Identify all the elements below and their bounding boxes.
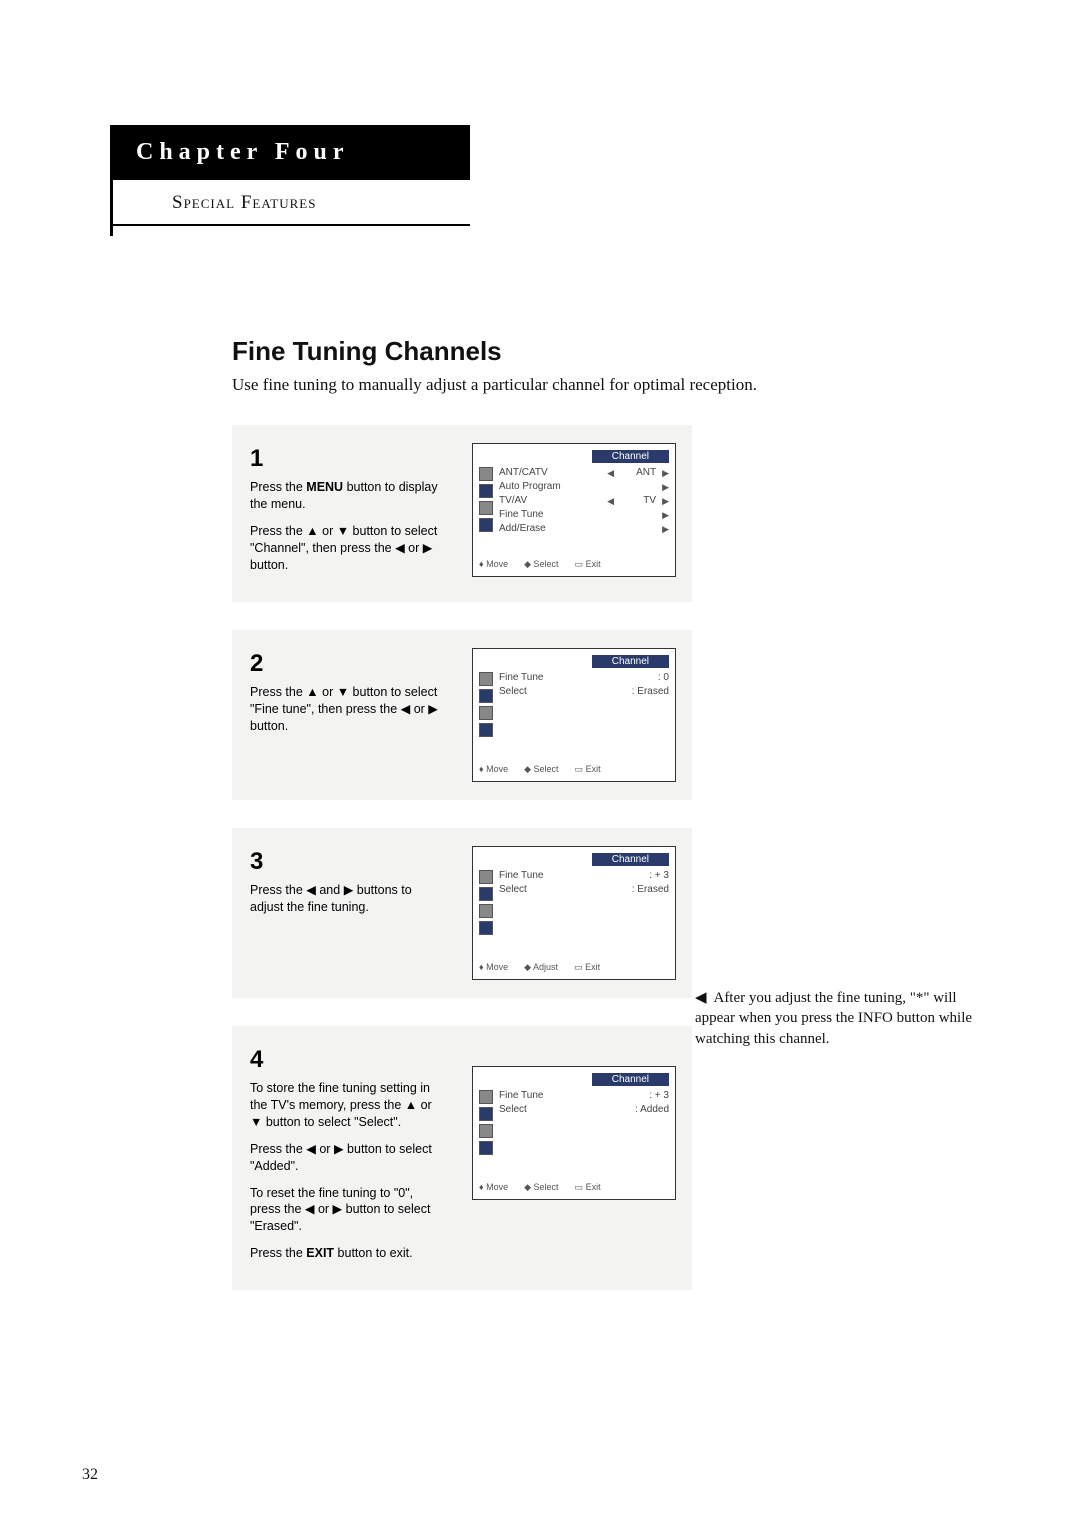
leftright-icon: ◆ (524, 559, 533, 569)
osd-sidebar-icons (479, 672, 493, 758)
setup-icon (479, 723, 493, 737)
section-title: Fine Tuning Channels (232, 336, 980, 367)
step-3-p1: Press the ◀ and ▶ buttons to adjust the … (250, 882, 440, 916)
vertical-rule (110, 125, 113, 236)
setup-icon (479, 921, 493, 935)
step-4-p1: To store the fine tuning setting in the … (250, 1080, 440, 1131)
step-1-p1-bold: MENU (306, 480, 343, 494)
sound-icon (479, 887, 493, 901)
osd-2-footer: ♦ Move ◆ Select ▭ Exit (479, 764, 669, 775)
step-1: 1 Press the MENU button to display the m… (232, 425, 692, 602)
side-note-text: After you adjust the fine tuning, "*" wi… (695, 990, 972, 1047)
osd-screenshot-4: Channel Fine Tune: + 3 Select: Added ♦ (472, 1066, 676, 1200)
osd-1-list: ANT/CATV◀ANT▶ Auto Program▶ TV/AV◀TV▶ Fi… (499, 467, 669, 553)
step-4-p3: To reset the fine tuning to "0", press t… (250, 1185, 440, 1236)
step-3: 3 Press the ◀ and ▶ buttons to adjust th… (232, 828, 692, 998)
step-4-p4-pre: Press the (250, 1246, 306, 1260)
step-2-p1: Press the ▲ or ▼ button to select "Fine … (250, 684, 440, 735)
side-note: ◀ After you adjust the fine tuning, "*" … (695, 988, 985, 1049)
step-4-number: 4 (250, 1044, 440, 1076)
step-2-number: 2 (250, 648, 440, 680)
step-3-text: 3 Press the ◀ and ▶ buttons to adjust th… (250, 846, 440, 926)
chapter-header-block: Chapter Four Special Features (110, 125, 470, 226)
setup-icon (479, 1141, 493, 1155)
osd-1-footer: ♦ Move ◆ Select ▭ Exit (479, 559, 669, 570)
step-4-p4-bold: EXIT (306, 1246, 334, 1260)
step-1-p2: Press the ▲ or ▼ button to select "Chann… (250, 523, 440, 574)
sound-icon (479, 1107, 493, 1121)
page: Chapter Four Special Features Fine Tunin… (0, 0, 1080, 1528)
chapter-subtitle: Special Features (110, 180, 470, 226)
osd-sidebar-icons (479, 870, 493, 956)
picture-icon (479, 672, 493, 686)
osd-3-footer: ♦ Move ◆ Adjust ▭ Exit (479, 962, 669, 973)
channel-icon (479, 706, 493, 720)
osd-3-list: Fine Tune: + 3 Select: Erased (499, 870, 669, 956)
chapter-title: Chapter Four (110, 125, 470, 180)
page-number: 32 (82, 1466, 98, 1484)
step-2-text: 2 Press the ▲ or ▼ button to select "Fin… (250, 648, 440, 745)
leftright-icon: ◆ (524, 962, 533, 972)
osd-screenshot-1: Channel ANT/CATV◀ANT▶ Auto Program▶ TV/A… (472, 443, 676, 577)
osd-sidebar-icons (479, 1090, 493, 1176)
osd-2-list: Fine Tune: 0 Select: Erased (499, 672, 669, 758)
channel-icon (479, 1124, 493, 1138)
picture-icon (479, 870, 493, 884)
picture-icon (479, 467, 493, 481)
menu-icon: ▭ (575, 764, 586, 774)
osd-4-footer: ♦ Move ◆ Select ▭ Exit (479, 1182, 669, 1193)
channel-icon (479, 501, 493, 515)
osd-screenshot-2: Channel Fine Tune: 0 Select: Erased (472, 648, 676, 782)
step-1-text: 1 Press the MENU button to display the m… (250, 443, 440, 584)
step-3-number: 3 (250, 846, 440, 878)
step-1-p1-pre: Press the (250, 480, 306, 494)
step-1-number: 1 (250, 443, 440, 475)
osd-4-title: Channel (592, 1073, 669, 1086)
step-4: 4 To store the fine tuning setting in th… (232, 1026, 692, 1290)
step-2: 2 Press the ▲ or ▼ button to select "Fin… (232, 630, 692, 800)
osd-screenshot-3: Channel Fine Tune: + 3 Select: Erased ♦ (472, 846, 676, 980)
menu-icon: ▭ (574, 962, 585, 972)
picture-icon (479, 1090, 493, 1104)
leftright-icon: ◆ (524, 764, 533, 774)
section-intro: Use fine tuning to manually adjust a par… (232, 375, 980, 395)
step-4-p4-post: button to exit. (334, 1246, 413, 1260)
osd-sidebar-icons (479, 467, 493, 553)
osd-3-title: Channel (592, 853, 669, 866)
note-arrow-icon: ◀ (695, 990, 707, 1006)
sound-icon (479, 484, 493, 498)
menu-icon: ▭ (575, 559, 586, 569)
step-4-p2: Press the ◀ or ▶ button to select "Added… (250, 1141, 440, 1175)
step-4-text: 4 To store the fine tuning setting in th… (250, 1044, 440, 1272)
sound-icon (479, 689, 493, 703)
main-content: Fine Tuning Channels Use fine tuning to … (232, 336, 980, 1290)
channel-icon (479, 904, 493, 918)
leftright-icon: ◆ (524, 1182, 533, 1192)
osd-2-title: Channel (592, 655, 669, 668)
menu-icon: ▭ (575, 1182, 586, 1192)
osd-4-list: Fine Tune: + 3 Select: Added (499, 1090, 669, 1176)
osd-1-title: Channel (592, 450, 669, 463)
setup-icon (479, 518, 493, 532)
